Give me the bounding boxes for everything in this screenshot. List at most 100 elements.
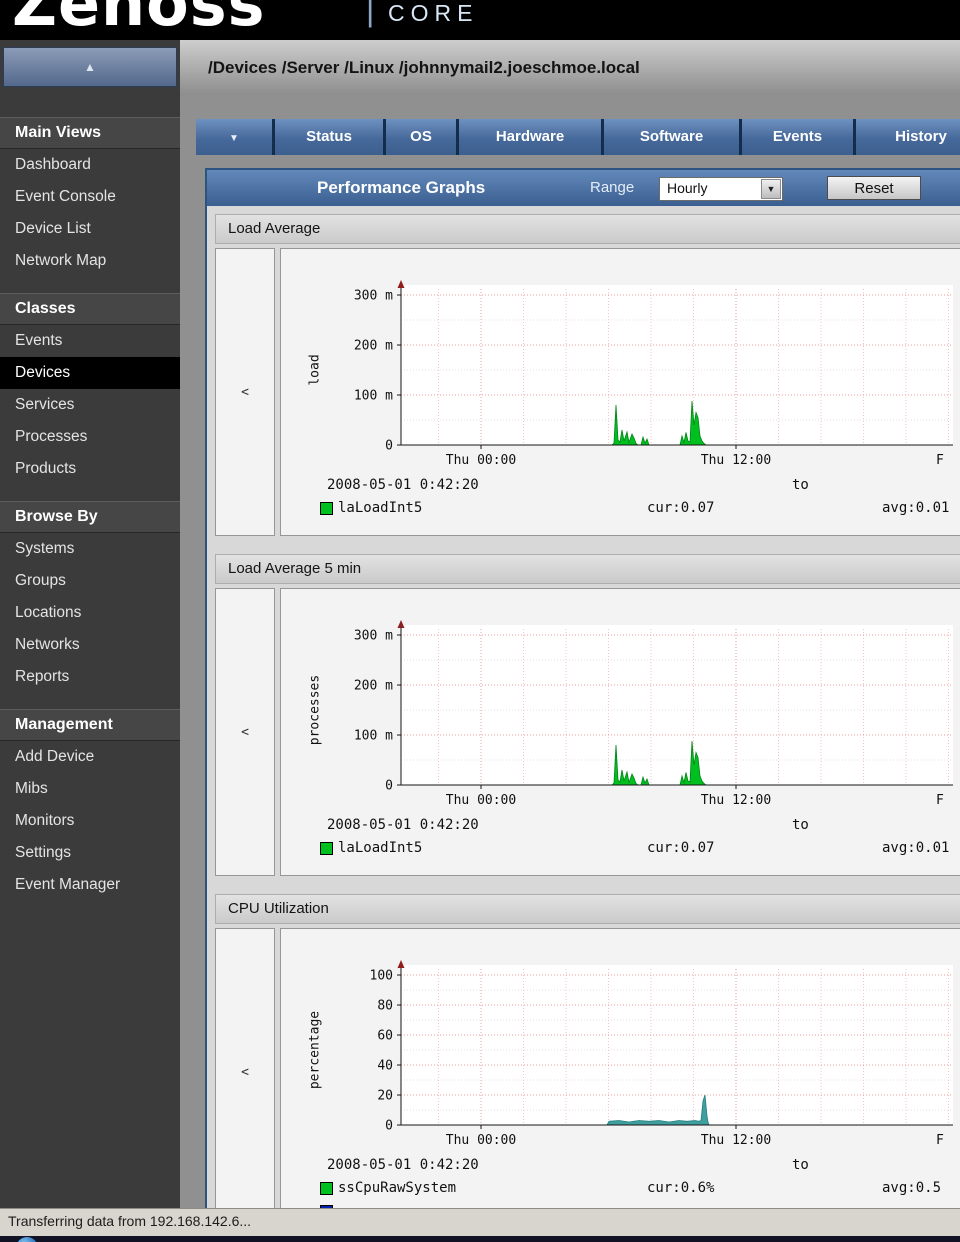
sidebar-item-groups[interactable]: Groups xyxy=(0,565,180,597)
tab-menu-button[interactable]: ▼ xyxy=(196,119,272,155)
graph-row-cpu-utilization: < 020406080100Thu 00:00Thu 12:00F percen… xyxy=(215,928,960,1210)
sidebar-item-network-map[interactable]: Network Map xyxy=(0,245,180,277)
sidebar-item-products[interactable]: Products xyxy=(0,453,180,485)
svg-text:0: 0 xyxy=(385,439,393,454)
graph-ylabel: load xyxy=(308,354,323,385)
sidebar-item-devices[interactable]: Devices xyxy=(0,357,180,389)
sidebar-item-events[interactable]: Events xyxy=(0,325,180,357)
legend-series-name: laLoadInt5 xyxy=(338,500,422,516)
svg-text:300 m: 300 m xyxy=(354,289,393,304)
sidebar-item-services[interactable]: Services xyxy=(0,389,180,421)
legend-current-value: cur:0.07 xyxy=(647,840,714,856)
tab-software[interactable]: Software xyxy=(604,119,739,155)
graph-canvas-load-average: 0100 m200 m300 mThu 00:00Thu 12:00F load… xyxy=(280,248,960,536)
legend-average-value: avg:0.01 xyxy=(882,840,949,856)
range-select-value: Hourly xyxy=(667,180,707,196)
sidebar-collapse-button[interactable]: ▲ xyxy=(3,47,177,87)
svg-text:80: 80 xyxy=(377,999,393,1014)
sidebar-item-device-list[interactable]: Device List xyxy=(0,213,180,245)
scroll-left-button[interactable]: < xyxy=(215,928,275,1210)
legend-swatch xyxy=(320,502,333,515)
svg-text:200 m: 200 m xyxy=(354,679,393,694)
graph-legend-row: ssCpuRawSystem cur:0.6% avg:0.5 xyxy=(281,1178,960,1201)
graph-ylabel: processes xyxy=(308,675,323,745)
scroll-left-icon: < xyxy=(241,1065,249,1080)
logo-bar: Zenoss | CORE xyxy=(0,0,960,40)
sidebar-item-networks[interactable]: Networks xyxy=(0,629,180,661)
zenoss-app-window: Zenoss | CORE /Devices /Server /Linux /j… xyxy=(0,0,960,1242)
sidebar-section-management: Management xyxy=(0,709,180,741)
sidebar-item-processes[interactable]: Processes xyxy=(0,421,180,453)
graph-section-title-load-average-5min: Load Average 5 min xyxy=(215,554,960,584)
svg-text:0: 0 xyxy=(385,1119,393,1134)
sidebar-item-monitors[interactable]: Monitors xyxy=(0,805,180,837)
graph-start-time: 2008-05-01 0:42:20 xyxy=(327,817,479,833)
svg-text:100 m: 100 m xyxy=(354,729,393,744)
sidebar-item-event-manager[interactable]: Event Manager xyxy=(0,869,180,901)
chevron-down-icon: ▼ xyxy=(229,133,239,144)
tab-os[interactable]: OS xyxy=(386,119,456,155)
svg-text:0: 0 xyxy=(385,779,393,794)
sidebar-item-add-device[interactable]: Add Device xyxy=(0,741,180,773)
legend-current-value: cur:0.6% xyxy=(647,1180,714,1196)
range-select[interactable]: Hourly ▼ xyxy=(659,177,783,201)
svg-text:F: F xyxy=(936,793,944,808)
svg-text:Thu 00:00: Thu 00:00 xyxy=(446,793,516,808)
sidebar-item-event-console[interactable]: Event Console xyxy=(0,181,180,213)
tab-events[interactable]: Events xyxy=(742,119,853,155)
breadcrumb[interactable]: /Devices /Server /Linux /johnnymail2.joe… xyxy=(208,58,640,78)
graph-time-range: 2008-05-01 0:42:20 to xyxy=(281,475,960,498)
svg-text:Thu 00:00: Thu 00:00 xyxy=(446,453,516,468)
taskbar-strip xyxy=(0,1236,960,1242)
svg-text:40: 40 xyxy=(377,1059,393,1074)
sidebar-header: ▲ xyxy=(0,40,180,95)
legend-swatch xyxy=(320,1182,333,1195)
svg-text:60: 60 xyxy=(377,1029,393,1044)
legend-swatch xyxy=(320,842,333,855)
tab-history[interactable]: History xyxy=(856,119,960,155)
graph-row-load-average-5min: < 0100 m200 m300 mThu 00:00Thu 12:00F pr… xyxy=(215,588,960,876)
panel-header: Performance Graphs Range Hourly ▼ Reset xyxy=(207,170,960,206)
performance-graphs-panel: Performance Graphs Range Hourly ▼ Reset … xyxy=(205,168,960,1212)
sidebar-item-reports[interactable]: Reports xyxy=(0,661,180,693)
sidebar-item-settings[interactable]: Settings xyxy=(0,837,180,869)
range-label: Range xyxy=(590,170,634,206)
logo-separator: | xyxy=(366,0,374,29)
scroll-left-button[interactable]: < xyxy=(215,588,275,876)
graph-row-load-average: < 0100 m200 m300 mThu 00:00Thu 12:00F lo… xyxy=(215,248,960,536)
scroll-left-button[interactable]: < xyxy=(215,248,275,536)
rrd-graph: 0100 m200 m300 mThu 00:00Thu 12:00F xyxy=(281,595,953,815)
sidebar-item-locations[interactable]: Locations xyxy=(0,597,180,629)
sidebar-section-main-views: Main Views xyxy=(0,117,180,149)
reset-button[interactable]: Reset xyxy=(827,176,921,200)
graph-to-label: to xyxy=(792,1157,809,1173)
svg-text:Thu 12:00: Thu 12:00 xyxy=(701,1133,771,1148)
graph-to-label: to xyxy=(792,477,809,493)
graph-start-time: 2008-05-01 0:42:20 xyxy=(327,1157,479,1173)
sidebar-item-mibs[interactable]: Mibs xyxy=(0,773,180,805)
sidebar: Main Views Dashboard Event Console Devic… xyxy=(0,95,180,1208)
sidebar-section-browse-by: Browse By xyxy=(0,501,180,533)
sidebar-item-systems[interactable]: Systems xyxy=(0,533,180,565)
main-area: ▼ Status OS Hardware Software Events His… xyxy=(180,95,960,1208)
graph-ylabel: percentage xyxy=(308,1011,323,1089)
legend-average-value: avg:0.01 xyxy=(882,500,949,516)
sidebar-item-dashboard[interactable]: Dashboard xyxy=(0,149,180,181)
select-dropdown-icon[interactable]: ▼ xyxy=(761,179,781,199)
svg-text:Thu 12:00: Thu 12:00 xyxy=(701,793,771,808)
graph-canvas-cpu-utilization: 020406080100Thu 00:00Thu 12:00F percenta… xyxy=(280,928,960,1210)
legend-average-value: avg:0.5 xyxy=(882,1180,941,1196)
svg-text:Thu 12:00: Thu 12:00 xyxy=(701,453,771,468)
svg-text:F: F xyxy=(936,453,944,468)
legend-series-name: ssCpuRawSystem xyxy=(338,1180,456,1196)
svg-text:Thu 00:00: Thu 00:00 xyxy=(446,1133,516,1148)
logo-product-core: CORE xyxy=(388,0,478,27)
rrd-graph: 020406080100Thu 00:00Thu 12:00F xyxy=(281,935,953,1155)
svg-text:F: F xyxy=(936,1133,944,1148)
app-icon[interactable] xyxy=(16,1237,38,1242)
zenoss-logo: Zenoss xyxy=(12,0,266,40)
scroll-left-icon: < xyxy=(241,385,249,400)
tab-status[interactable]: Status xyxy=(275,119,383,155)
panel-title: Performance Graphs xyxy=(317,170,485,206)
tab-hardware[interactable]: Hardware xyxy=(459,119,601,155)
